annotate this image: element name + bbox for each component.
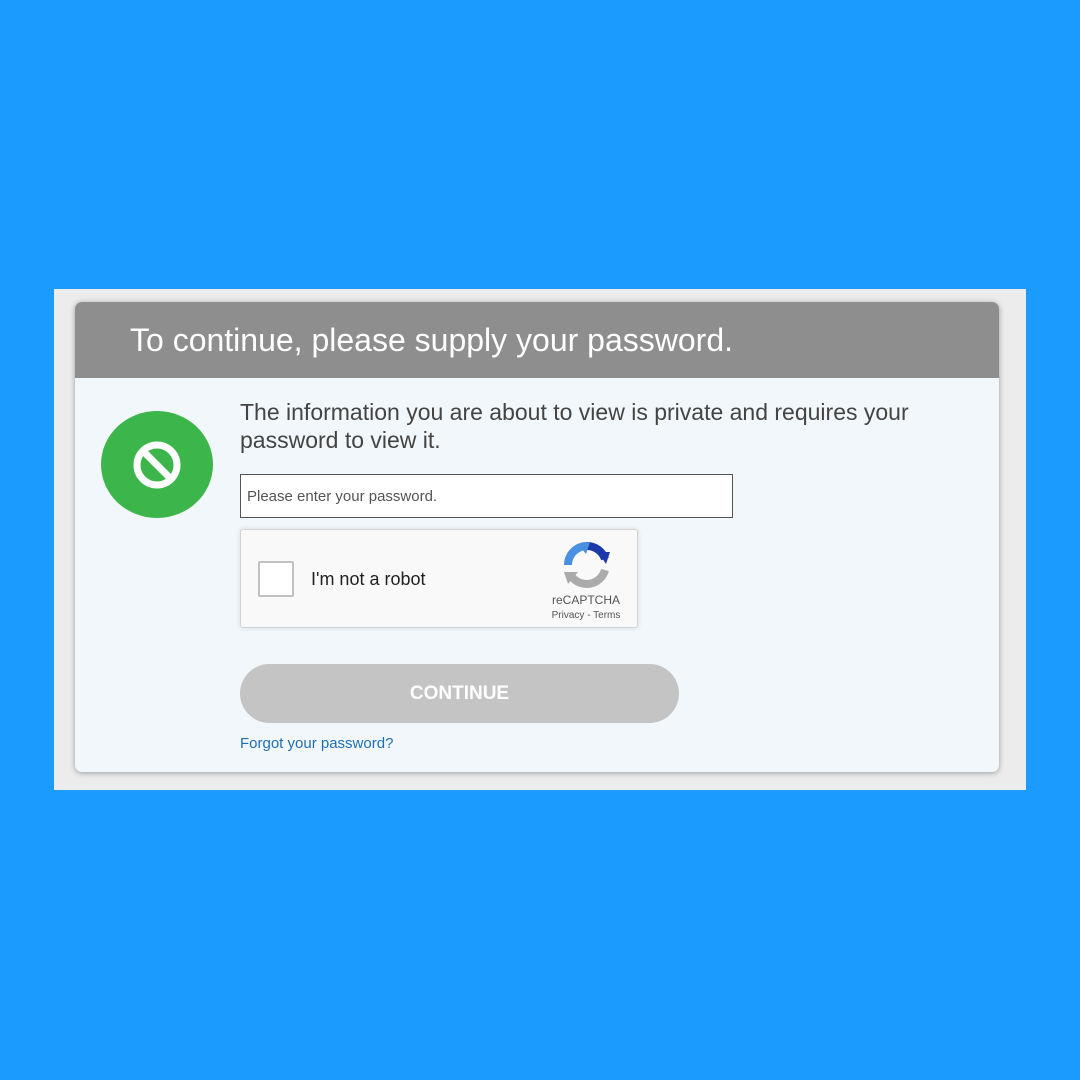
recaptcha-terms-link[interactable]: Terms [593,610,620,621]
privacy-message: The information you are about to view is… [240,399,909,453]
recaptcha-privacy-link[interactable]: Privacy [552,610,585,621]
recaptcha-brand: reCAPTCHA [551,593,620,607]
forgot-password-link[interactable]: Forgot your password? [240,735,393,752]
screenshot-frame: To continue, please supply your password… [54,289,1026,790]
dialog-header: To continue, please supply your password… [75,302,999,378]
password-input[interactable] [240,474,733,518]
recaptcha-links: Privacy - Terms [531,610,641,621]
no-entry-symbol [133,441,181,488]
password-dialog: To continue, please supply your password… [75,302,999,772]
recaptcha-checkbox[interactable] [258,561,294,597]
blocked-icon [101,411,213,518]
recaptcha-widget: I'm not a robot reCAPTCHA Privacy - Term… [240,529,638,628]
recaptcha-checkbox-label: I'm not a robot [311,569,426,589]
dialog-content: The information you are about to view is… [240,398,960,752]
recaptcha-logo-icon [564,542,610,588]
continue-button[interactable]: CONTINUE [240,664,679,723]
dialog-title: To continue, please supply your password… [130,321,734,358]
recaptcha-link-separator: - [587,610,591,621]
